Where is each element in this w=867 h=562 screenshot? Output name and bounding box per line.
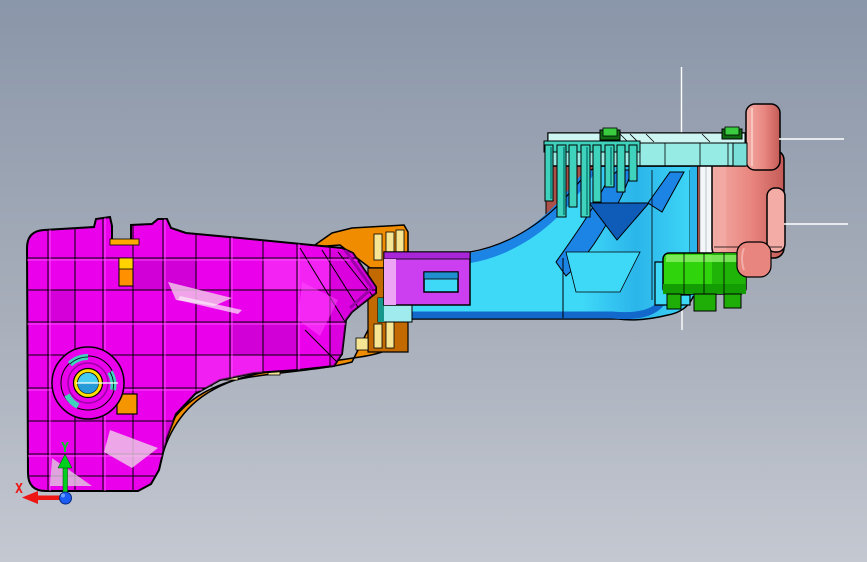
wheel-detail[interactable]	[51, 346, 125, 420]
part-salmon-boss[interactable]	[736, 241, 772, 278]
part-green-gear-block[interactable]	[662, 252, 747, 312]
crosshair-horizontal-lines	[779, 138, 848, 225]
part-magenta-bracket[interactable]	[24, 215, 378, 495]
axis-x-label: X	[15, 482, 23, 497]
axis-y-label: Y	[61, 441, 69, 456]
axis-z-dot	[59, 491, 72, 505]
part-white-spacer[interactable]	[699, 154, 714, 256]
part-salmon-housing[interactable]	[711, 103, 786, 259]
cad-scene[interactable]: X Y	[0, 0, 867, 562]
cad-viewport[interactable]: X Y	[0, 0, 867, 562]
part-purple-slider[interactable]	[383, 251, 471, 306]
